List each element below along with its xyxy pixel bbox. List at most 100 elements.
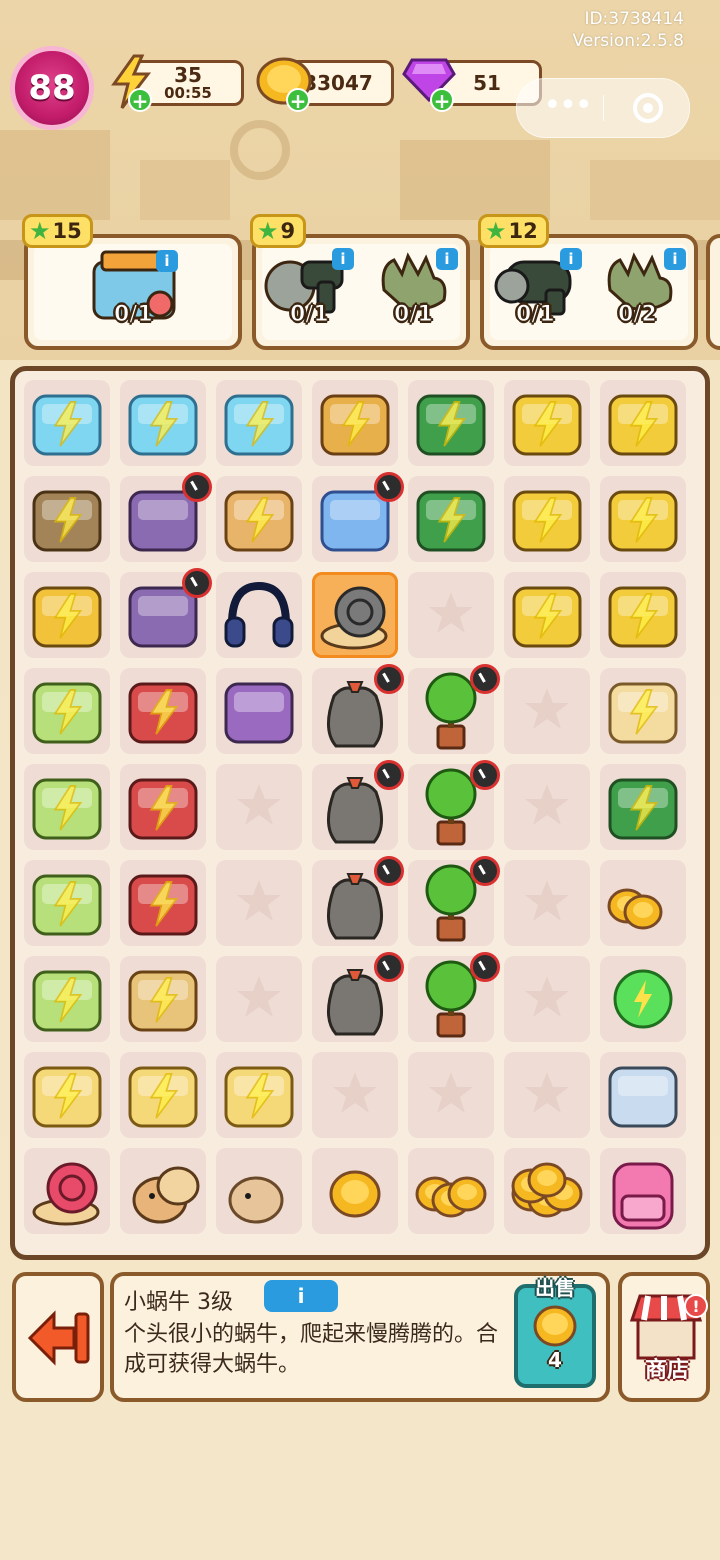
- board-cell-potted-tree[interactable]: [408, 664, 500, 754]
- exit-arrow-icon: [27, 1310, 90, 1366]
- board-cell-swim-ring[interactable]: [312, 472, 404, 562]
- empty-cell[interactable]: [312, 1052, 398, 1138]
- star-placeholder-icon: [525, 976, 569, 1017]
- order-3-req-2-info-button[interactable]: i: [664, 248, 686, 270]
- energy-bolt-icon: [149, 401, 179, 447]
- energy-timer: 00:55: [164, 84, 212, 102]
- empty-cell[interactable]: [504, 1052, 590, 1138]
- empty-cell[interactable]: [504, 956, 590, 1042]
- board-cell-coin-single[interactable]: [312, 1148, 398, 1234]
- board-cell-garbage-bag[interactable]: [312, 760, 404, 850]
- board-cell-moving-boxes[interactable]: [216, 476, 302, 562]
- board-cell-snail[interactable]: [312, 572, 398, 658]
- empty-cell[interactable]: [408, 572, 494, 658]
- board-cell-toolbox-green[interactable]: [408, 380, 494, 466]
- board-cell-robot-vacuum[interactable]: [120, 380, 206, 466]
- timer-icon: [374, 760, 404, 790]
- add-coins-button[interactable]: +: [286, 88, 310, 112]
- board-cell-laptop[interactable]: [24, 668, 110, 754]
- board-cell-snail-big[interactable]: [24, 1148, 110, 1234]
- board-cell-robot-vacuum[interactable]: [24, 380, 110, 466]
- shop-label: 商店: [644, 1358, 689, 1383]
- player-level-badge[interactable]: 88: [10, 46, 94, 130]
- empty-cell[interactable]: [408, 1052, 494, 1138]
- order-1-info-button[interactable]: i: [156, 250, 178, 272]
- board-cell-potted-tree[interactable]: [408, 856, 500, 946]
- star-placeholder-icon: [237, 784, 281, 825]
- board-cell-shopping-cart-yellow[interactable]: [600, 476, 686, 562]
- order-3-req-1-info-button[interactable]: i: [560, 248, 582, 270]
- board-cell-coin-bag-purple[interactable]: [216, 668, 302, 754]
- capsule-divider: [603, 95, 604, 121]
- board-cell-wheelbarrow[interactable]: [120, 668, 206, 754]
- board-cell-laptop[interactable]: [24, 860, 110, 946]
- board-cell-garbage-bag[interactable]: [312, 952, 404, 1042]
- board-cell-garbage-bag[interactable]: [312, 856, 404, 946]
- board-cell-hamster-group[interactable]: [120, 1148, 206, 1234]
- board-cell-coins-pair[interactable]: [600, 860, 686, 946]
- board-cell-tool-basket[interactable]: [120, 860, 206, 946]
- empty-cell[interactable]: [504, 668, 590, 754]
- empty-cell[interactable]: [504, 764, 590, 850]
- board-cell-laptop[interactable]: [24, 764, 110, 850]
- empty-cell[interactable]: [216, 956, 302, 1042]
- board-cell-clutter-pile[interactable]: [120, 472, 212, 562]
- board-cell-cash-register[interactable]: [600, 764, 686, 850]
- close-miniprogram-button[interactable]: [633, 93, 663, 123]
- star-placeholder-icon: [525, 1072, 569, 1113]
- board-cell-shopping-cart-tools[interactable]: [504, 380, 590, 466]
- order-card-4-partial[interactable]: [706, 234, 720, 350]
- board-cell-coins-pile[interactable]: [504, 1148, 590, 1234]
- board-cell-shopping-cart-duck[interactable]: [600, 380, 686, 466]
- board-cell-backpack[interactable]: [600, 1148, 686, 1234]
- board-cell-wheelbarrow[interactable]: [120, 764, 206, 850]
- timer-icon: [182, 568, 212, 598]
- energy-bolt-icon: [53, 881, 83, 927]
- board-cell-glass-cup[interactable]: [24, 1052, 110, 1138]
- sell-button[interactable]: 出售 4: [514, 1276, 596, 1388]
- board-cell-coins-stack[interactable]: [408, 1148, 494, 1234]
- board-cell-plant-cup[interactable]: [216, 1052, 302, 1138]
- board-cell-headphones[interactable]: [216, 572, 302, 658]
- board-cell-shopping-cart-yellow[interactable]: [600, 572, 686, 658]
- board-cell-laptop[interactable]: [24, 956, 110, 1042]
- board-cell-clipboard[interactable]: [600, 1052, 686, 1138]
- shop-notification-badge: !: [684, 1294, 708, 1318]
- star-icon: ★: [257, 217, 279, 245]
- sell-label: 出售: [535, 1276, 575, 1300]
- board-cell-toolbox-green[interactable]: [408, 476, 494, 562]
- board-cell-garbage-bag[interactable]: [312, 664, 404, 754]
- energy-bolt-icon: [53, 785, 83, 831]
- board-cell-clutter-pile[interactable]: [120, 568, 212, 658]
- board-cell-parcel-box[interactable]: [120, 956, 206, 1042]
- more-menu-button[interactable]: •••: [537, 91, 597, 125]
- board-cell-potted-tree[interactable]: [408, 952, 500, 1042]
- exit-button[interactable]: [12, 1272, 104, 1402]
- board-cell-energy-orb[interactable]: [600, 956, 686, 1042]
- order-2-req-1-info-button[interactable]: i: [332, 248, 354, 270]
- item-info-button[interactable]: i: [264, 1280, 338, 1312]
- board-cell-robot-vacuum[interactable]: [216, 380, 302, 466]
- star-placeholder-icon: [525, 784, 569, 825]
- timer-icon: [374, 664, 404, 694]
- board-cell-glass-cup[interactable]: [120, 1052, 206, 1138]
- board-cell-shopping-cart-tools[interactable]: [504, 572, 590, 658]
- board-cell-coin-sack[interactable]: [600, 668, 686, 754]
- energy-bolt-icon: [53, 977, 83, 1023]
- board-cell-fruit-basket[interactable]: [312, 380, 398, 466]
- energy-bolt-icon: [245, 1073, 275, 1119]
- board-cell-shopping-cart-tools[interactable]: [504, 476, 590, 562]
- star-placeholder-icon: [525, 880, 569, 921]
- empty-cell[interactable]: [216, 764, 302, 850]
- add-energy-button[interactable]: +: [128, 88, 152, 112]
- board-cell-potted-tree[interactable]: [408, 760, 500, 850]
- add-gems-button[interactable]: +: [430, 88, 454, 112]
- empty-cell[interactable]: [216, 860, 302, 946]
- board-cell-hamster[interactable]: [216, 1148, 302, 1234]
- board-cell-locker[interactable]: [24, 572, 110, 658]
- snail-icon: [320, 586, 388, 650]
- board-cell-cabinet[interactable]: [24, 476, 110, 562]
- order-2-req-2-info-button[interactable]: i: [436, 248, 458, 270]
- coin-bag-purple-icon: [224, 682, 294, 744]
- empty-cell[interactable]: [504, 860, 590, 946]
